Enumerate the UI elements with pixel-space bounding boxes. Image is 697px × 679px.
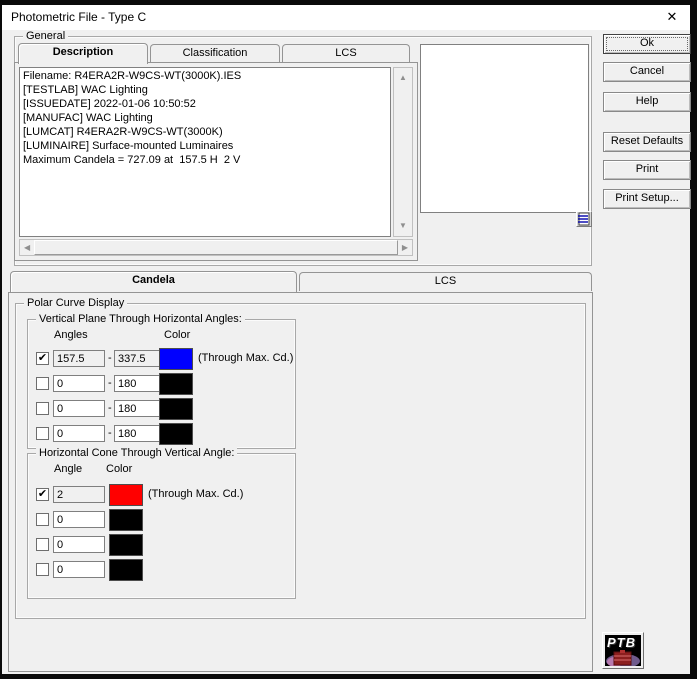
tab-lcs-bottom[interactable]: LCS <box>299 272 592 291</box>
tab-classification[interactable]: Classification <box>150 44 280 63</box>
color-column-header-2: Color <box>106 463 132 475</box>
scroll-down-icon[interactable]: ▼ <box>399 222 407 230</box>
tab-lcs-top[interactable]: LCS <box>282 44 410 63</box>
angle-range-separator: - <box>108 377 112 389</box>
row-4-checkbox[interactable] <box>36 427 49 440</box>
ptb-logo-button[interactable]: PTB <box>602 632 644 669</box>
horizontal-cone-group: Horizontal Cone Through Vertical Angle: … <box>27 453 296 599</box>
description-horizontal-scrollbar[interactable]: ◀ ▶ <box>19 239 413 256</box>
angle-range-separator: - <box>108 427 112 439</box>
row-1-checkbox[interactable]: ✔ <box>36 488 49 501</box>
cancel-button[interactable]: Cancel <box>603 62 691 82</box>
row-1-color-swatch[interactable] <box>159 348 193 370</box>
reset-defaults-button[interactable]: Reset Defaults <box>603 132 691 152</box>
row-4-color-swatch[interactable] <box>159 423 193 445</box>
row-3-color-swatch[interactable] <box>109 534 143 556</box>
ptb-logo-text: PTB <box>607 635 636 650</box>
row-2-checkbox[interactable] <box>36 377 49 390</box>
row-1-checkbox[interactable]: ✔ <box>36 352 49 365</box>
row-4-angle-input[interactable] <box>53 561 105 578</box>
row-2-angle-input[interactable] <box>53 375 105 392</box>
row-1-angle-input[interactable] <box>53 486 105 503</box>
polar-curve-display-label: Polar Curve Display <box>24 297 127 309</box>
title-bar: Photometric File - Type C ✕ <box>2 5 690 30</box>
vertical-plane-group-label: Vertical Plane Through Horizontal Angles… <box>36 313 245 325</box>
row-1-color-swatch[interactable] <box>109 484 143 506</box>
general-group-label: General <box>23 30 68 42</box>
angle-column-header: Angle <box>54 463 82 475</box>
print-button[interactable]: Print <box>603 160 691 180</box>
through-max-cd-note: (Through Max. Cd.) <box>148 488 243 500</box>
description-vertical-scrollbar[interactable]: ▲ ▼ <box>393 67 413 237</box>
scroll-up-icon[interactable]: ▲ <box>399 74 407 82</box>
ok-button[interactable]: Ok <box>603 34 691 54</box>
ptb-toolbox-icon <box>605 649 641 666</box>
row-4-color-swatch[interactable] <box>109 559 143 581</box>
angle-range-separator: - <box>108 352 112 364</box>
row-2-angle-input[interactable] <box>53 511 105 528</box>
window-title: Photometric File - Type C <box>11 10 146 24</box>
row-1-angle-input[interactable] <box>53 350 105 367</box>
help-button[interactable]: Help <box>603 92 691 112</box>
candela-tab-page: Polar Curve Display Vertical Plane Throu… <box>8 292 593 672</box>
row-2-checkbox[interactable] <box>36 513 49 526</box>
vertical-plane-group: Vertical Plane Through Horizontal Angles… <box>27 319 296 449</box>
description-tab-page: Filename: R4ERA2R-W9CS-WT(3000K).IES [TE… <box>14 62 418 261</box>
tab-candela[interactable]: Candela <box>10 271 297 292</box>
angle-range-separator: - <box>108 402 112 414</box>
row-3-color-swatch[interactable] <box>159 398 193 420</box>
horizontal-cone-group-label: Horizontal Cone Through Vertical Angle: <box>36 447 237 459</box>
document-lines-glyph <box>577 212 591 226</box>
row-3-angle-input[interactable] <box>53 400 105 417</box>
scroll-right-icon[interactable]: ▶ <box>402 244 408 252</box>
row-3-angle-input[interactable] <box>53 536 105 553</box>
dialog-window: Photometric File - Type C ✕ General Desc… <box>2 5 690 674</box>
ptb-logo: PTB <box>605 635 641 666</box>
row-4-angle-input[interactable] <box>53 425 105 442</box>
color-column-header: Color <box>164 329 190 341</box>
row-3-checkbox[interactable] <box>36 402 49 415</box>
scroll-left-icon[interactable]: ◀ <box>24 244 30 252</box>
close-icon[interactable]: ✕ <box>663 8 681 26</box>
through-max-cd-note: (Through Max. Cd.) <box>198 352 293 364</box>
angles-column-header: Angles <box>54 329 88 341</box>
row-2-color-swatch[interactable] <box>109 509 143 531</box>
print-setup-button[interactable]: Print Setup... <box>603 189 691 209</box>
row-2-color-swatch[interactable] <box>159 373 193 395</box>
scrollbar-thumb[interactable] <box>34 240 398 255</box>
description-text-area[interactable]: Filename: R4ERA2R-W9CS-WT(3000K).IES [TE… <box>19 67 391 237</box>
luminaire-preview-box <box>420 44 589 213</box>
row-4-checkbox[interactable] <box>36 563 49 576</box>
row-3-checkbox[interactable] <box>36 538 49 551</box>
copy-to-clipboard-icon[interactable] <box>576 211 592 227</box>
tab-description[interactable]: Description <box>18 43 148 64</box>
polar-curve-display-group: Polar Curve Display Vertical Plane Throu… <box>15 303 586 619</box>
